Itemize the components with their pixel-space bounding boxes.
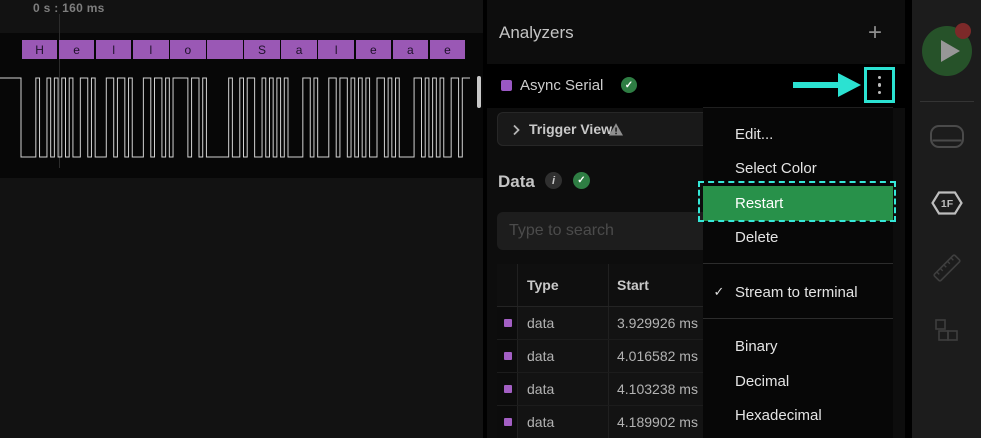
hex-badge-icon: 1F: [930, 189, 964, 217]
chevron-right-icon: [512, 124, 520, 136]
extensions-button[interactable]: [912, 317, 981, 345]
trigger-view-label: Trigger View: [529, 121, 612, 137]
menu-item-label: Delete: [735, 229, 778, 246]
decoded-byte-block[interactable]: H: [22, 40, 58, 59]
menu-divider: [703, 263, 893, 264]
analyzer-color-swatch: [501, 80, 512, 91]
decoded-byte-block[interactable]: S: [244, 40, 280, 59]
menu-item-label: Hexadecimal: [735, 407, 822, 424]
decoded-byte-block[interactable]: a: [281, 40, 317, 59]
data-status-check-icon: ✓: [573, 172, 590, 189]
decoded-byte-block[interactable]: l: [318, 40, 354, 59]
capture-mode-button[interactable]: 1F: [912, 189, 981, 217]
data-section-title: Data: [498, 172, 535, 192]
row-color-swatch: [504, 319, 512, 327]
table-header-icon-col: [497, 264, 518, 306]
add-analyzer-button[interactable]: +: [868, 19, 882, 47]
decoded-byte-block[interactable]: l: [133, 40, 169, 59]
analyzer-context-menu: Edit... Select Color Restart Delete ✓ Stream …: [703, 107, 893, 438]
measurements-button[interactable]: [912, 253, 981, 283]
panel-scrollbar[interactable]: [477, 76, 481, 108]
row-color-cell: [497, 307, 518, 339]
decoded-byte-block[interactable]: e: [430, 40, 466, 59]
menu-item-delete[interactable]: Delete: [703, 221, 893, 256]
decoded-byte-block[interactable]: e: [356, 40, 392, 59]
row-color-swatch: [504, 418, 512, 426]
menu-item-restart[interactable]: Restart: [703, 186, 893, 221]
svg-text:1F: 1F: [940, 198, 953, 210]
play-icon: [941, 40, 960, 62]
decoded-byte-block[interactable]: [207, 40, 243, 59]
analyzers-title: Analyzers: [499, 23, 574, 43]
menu-item-stream-to-terminal[interactable]: ✓ Stream to terminal: [703, 275, 893, 310]
row-type-cell: data: [518, 406, 609, 438]
decoded-byte-block[interactable]: e: [59, 40, 95, 59]
warning-icon: [608, 122, 624, 137]
menu-item-label: Decimal: [735, 373, 789, 390]
analyzer-status-check-icon: ✓: [621, 77, 637, 93]
table-header-type: Type: [518, 264, 609, 306]
decoded-bytes-layer: HelloSaleae: [0, 0, 483, 438]
menu-item-label: Stream to terminal: [735, 284, 858, 301]
menu-item-select-color[interactable]: Select Color: [703, 152, 893, 187]
row-color-swatch: [504, 385, 512, 393]
row-color-swatch: [504, 352, 512, 360]
kebab-icon: [878, 76, 882, 80]
extensions-icon: [933, 317, 961, 345]
menu-item-label: Edit...: [735, 126, 773, 143]
device-icon: [929, 123, 965, 151]
analyzers-header: Analyzers +: [487, 0, 905, 64]
waveform-panel[interactable]: 0 s : 160 ms HelloSaleae: [0, 0, 483, 438]
menu-item-edit[interactable]: Edit...: [703, 117, 893, 152]
menu-item-decimal[interactable]: Decimal: [703, 364, 893, 399]
decoded-byte-block[interactable]: a: [393, 40, 429, 59]
decoded-byte-block[interactable]: o: [170, 40, 206, 59]
right-toolbar: 1F: [912, 0, 981, 438]
toolbar-divider: [920, 101, 974, 102]
row-color-cell: [497, 340, 518, 372]
record-indicator-dot: [955, 23, 971, 39]
menu-item-label: Select Color: [735, 160, 817, 177]
row-type-cell: data: [518, 373, 609, 405]
analyzer-menu-button[interactable]: [864, 67, 895, 103]
analyzer-name: Async Serial: [520, 77, 603, 94]
menu-checkmark-icon: ✓: [709, 284, 729, 300]
ruler-icon: [932, 253, 962, 283]
menu-divider: [703, 318, 893, 319]
annotation-arrow-icon: [793, 72, 862, 98]
menu-item-label: Binary: [735, 338, 778, 355]
device-settings-button[interactable]: [912, 123, 981, 151]
menu-item-hexadecimal[interactable]: Hexadecimal: [703, 399, 893, 434]
logic-analyzer-app: 0 s : 160 ms HelloSaleae Analyzers + Asy…: [0, 0, 981, 438]
info-icon[interactable]: i: [545, 172, 562, 189]
menu-item-binary[interactable]: Binary: [703, 330, 893, 365]
row-color-cell: [497, 406, 518, 438]
row-type-cell: data: [518, 340, 609, 372]
decoded-byte-block[interactable]: l: [96, 40, 132, 59]
row-type-cell: data: [518, 307, 609, 339]
menu-item-label: Restart: [735, 195, 783, 212]
row-color-cell: [497, 373, 518, 405]
